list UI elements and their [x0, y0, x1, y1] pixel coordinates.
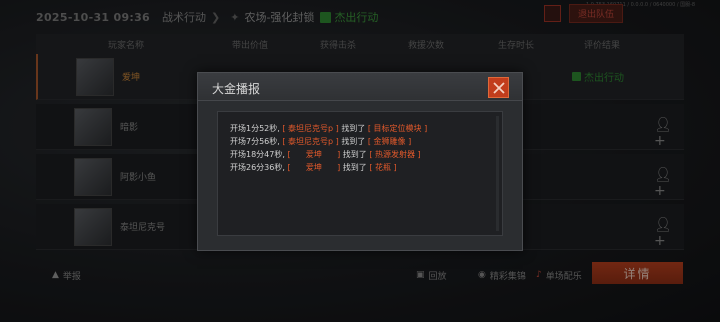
list-item: 开场1分52秒, [ 泰坦尼克号p ] 找到了 [ 目标定位模块 ]	[230, 123, 427, 134]
dialog-header: 大金播报	[198, 73, 522, 101]
event-player: [ 泰坦尼克号p ]	[282, 124, 339, 133]
event-item: [ 金狮雕像 ]	[367, 137, 412, 146]
event-item: [ 花瓶 ]	[369, 163, 397, 172]
event-player: [ 爱坤 ]	[287, 150, 341, 159]
broadcast-dialog: 大金播报 开场1分52秒, [ 泰坦尼克号p ] 找到了 [ 目标定位模块 ] …	[197, 72, 523, 251]
event-verb: 找到了	[342, 163, 367, 172]
event-time: 开场1分52秒,	[230, 124, 280, 133]
event-verb: 找到了	[341, 137, 366, 146]
event-time: 开场18分47秒,	[230, 150, 285, 159]
list-item: 开场26分36秒, [ 爱坤 ] 找到了 [ 花瓶 ]	[230, 162, 397, 173]
list-item: 开场7分56秒, [ 泰坦尼克号p ] 找到了 [ 金狮雕像 ]	[230, 136, 411, 147]
event-item: [ 目标定位模块 ]	[367, 124, 428, 133]
close-x-icon	[492, 81, 505, 94]
event-verb: 找到了	[342, 150, 367, 159]
event-player: [ 泰坦尼克号p ]	[282, 137, 339, 146]
close-button[interactable]	[488, 77, 509, 98]
event-player: [ 爱坤 ]	[287, 163, 341, 172]
list-item: 开场18分47秒, [ 爱坤 ] 找到了 [ 热源发射器 ]	[230, 149, 421, 160]
scrollbar[interactable]	[496, 116, 499, 231]
event-item: [ 热源发射器 ]	[369, 150, 421, 159]
event-verb: 找到了	[341, 124, 366, 133]
broadcast-list[interactable]: 开场1分52秒, [ 泰坦尼克号p ] 找到了 [ 目标定位模块 ] 开场7分5…	[217, 111, 503, 236]
event-time: 开场7分56秒,	[230, 137, 280, 146]
dialog-title: 大金播报	[212, 82, 261, 96]
event-time: 开场26分36秒,	[230, 163, 285, 172]
